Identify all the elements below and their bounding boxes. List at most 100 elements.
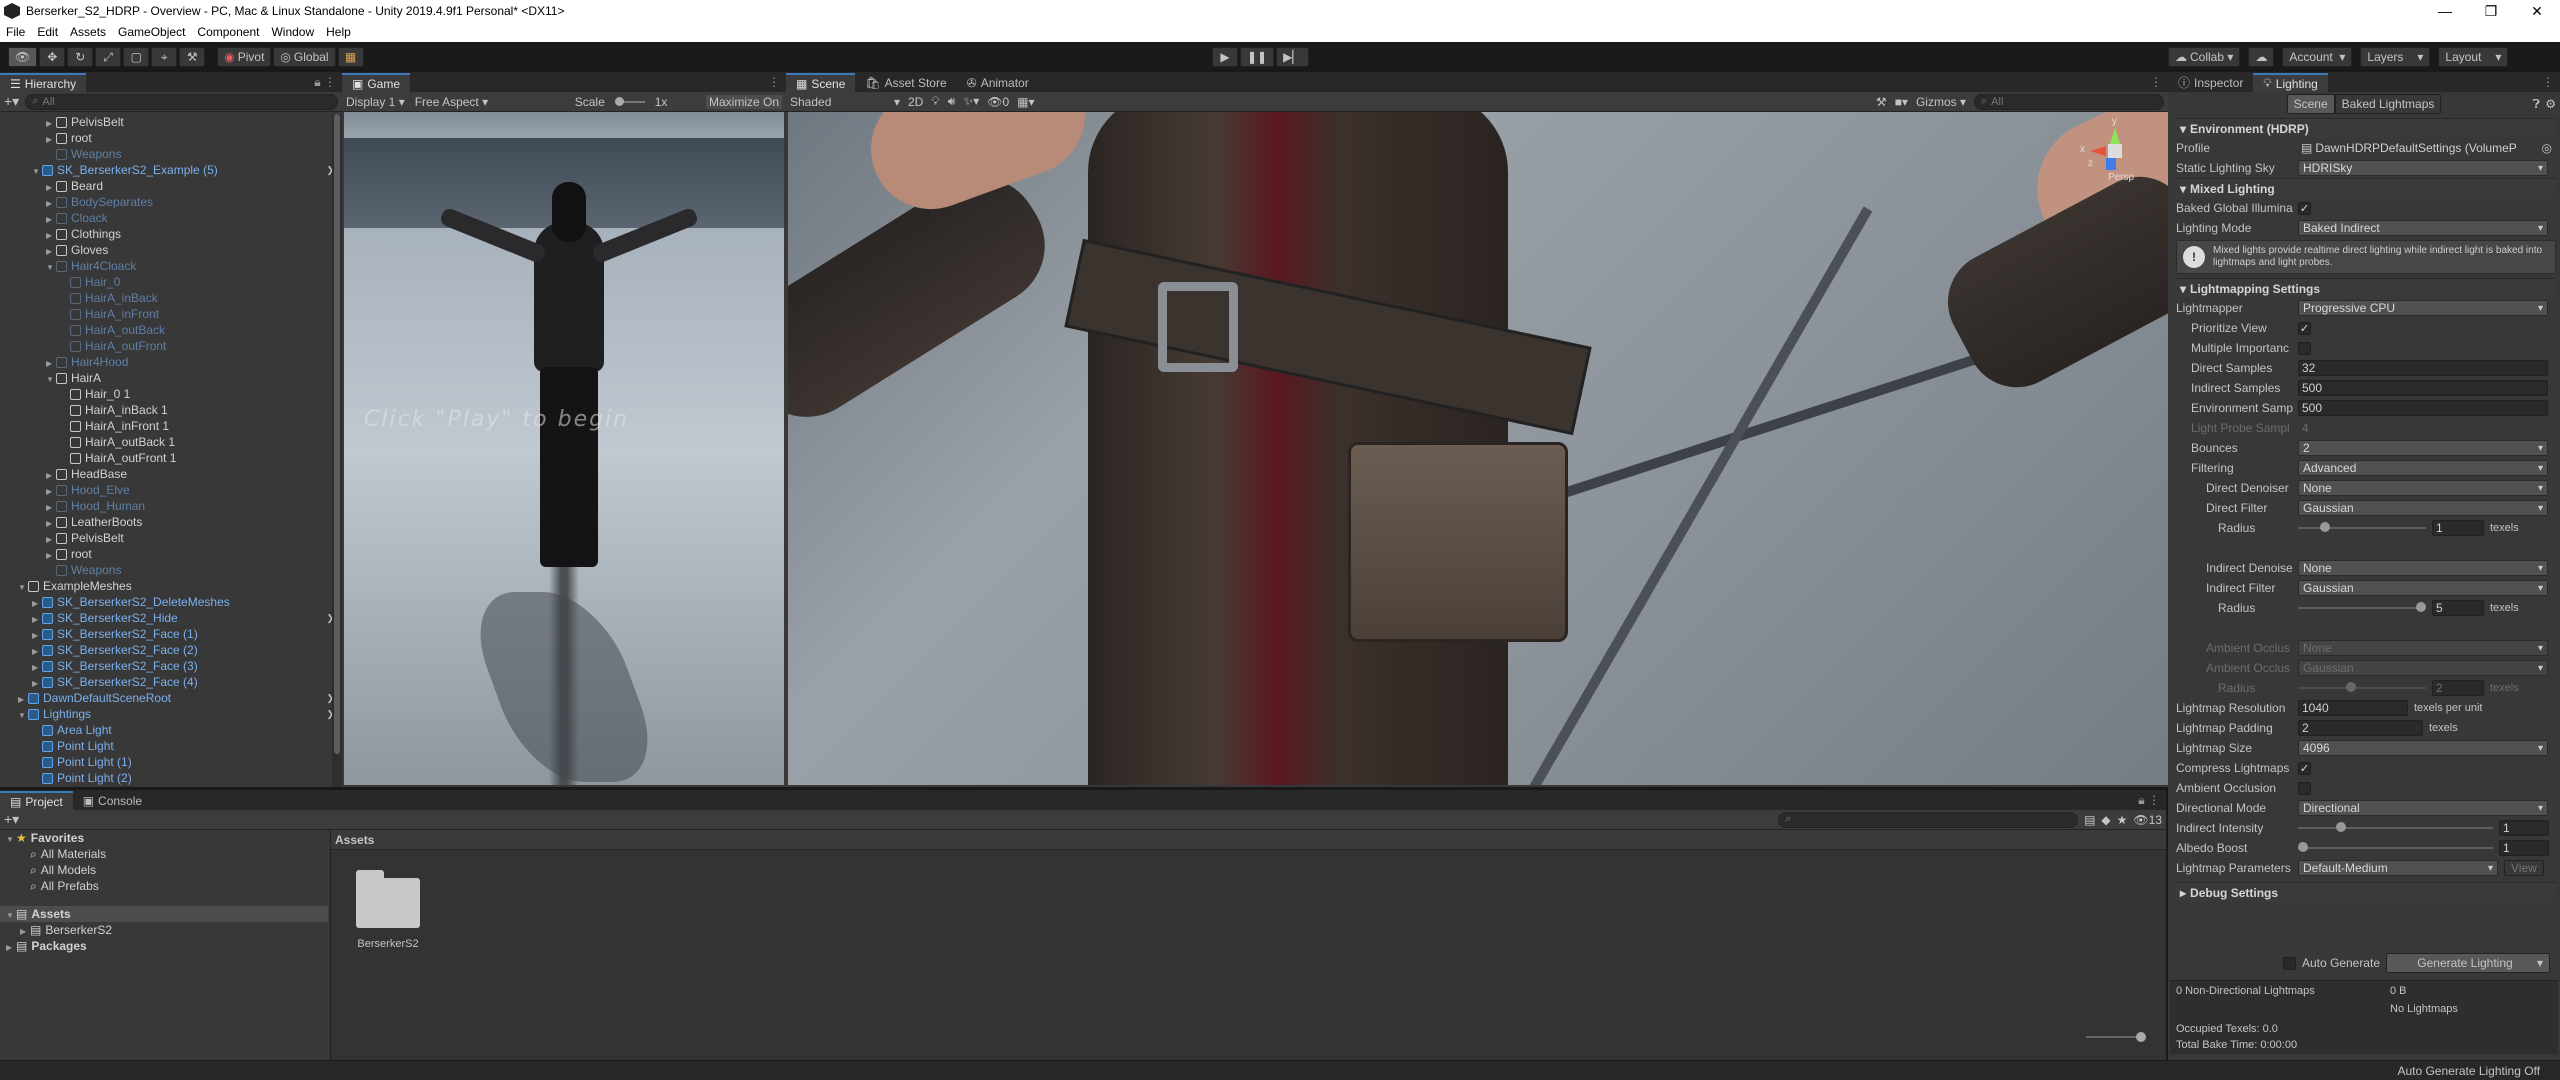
aspect-dropdown[interactable]: Free Aspect ▾ bbox=[415, 95, 565, 109]
hierarchy-item[interactable]: HairA_outFront 1 bbox=[0, 450, 342, 466]
hierarchy-item[interactable]: HairA_inFront bbox=[0, 306, 342, 322]
pause-button[interactable]: ❚❚ bbox=[1240, 47, 1275, 67]
hierarchy-scrollbar[interactable] bbox=[332, 114, 342, 787]
menu-window[interactable]: Window bbox=[265, 25, 320, 39]
scene-gizmo[interactable]: y x z Persp bbox=[2078, 116, 2158, 186]
indirect-filter-dropdown[interactable]: Gaussian bbox=[2298, 580, 2548, 596]
size-dropdown[interactable]: 4096 bbox=[2298, 740, 2548, 756]
scale-tool-icon[interactable]: ⤢ bbox=[95, 47, 122, 67]
maximize-on-play-button[interactable]: Maximize On bbox=[705, 94, 782, 109]
scale-slider[interactable] bbox=[614, 96, 645, 106]
create-button[interactable]: +▾ bbox=[4, 93, 19, 110]
hierarchy-item[interactable]: HairA_outBack 1 bbox=[0, 434, 342, 450]
zoom-slider[interactable] bbox=[2086, 1032, 2146, 1042]
lighting-mode-dropdown[interactable]: Baked Indirect bbox=[2298, 220, 2548, 236]
tab-hierarchy[interactable]: ☰ Hierarchy bbox=[0, 73, 87, 92]
lightmapping-header[interactable]: ▾ Lightmapping Settings bbox=[2176, 278, 2556, 298]
bounces-dropdown[interactable]: 2 bbox=[2298, 440, 2548, 456]
favorite-star-icon[interactable]: ★ bbox=[2117, 813, 2128, 827]
hierarchy-item[interactable]: Point Light (1) bbox=[0, 754, 342, 770]
mixed-lighting-header[interactable]: ▾ Mixed Lighting bbox=[2176, 178, 2556, 198]
collab-button[interactable]: ☁ Collab ▾ bbox=[2168, 47, 2241, 67]
hierarchy-item[interactable]: Hair_0 bbox=[0, 274, 342, 290]
shading-dropdown[interactable]: Shaded ▾ bbox=[790, 95, 900, 109]
hierarchy-item[interactable]: Weapons bbox=[0, 562, 342, 578]
hierarchy-item[interactable]: ▼ HairA bbox=[0, 370, 342, 386]
gizmo-y-axis[interactable] bbox=[2110, 128, 2120, 144]
bgi-checkbox[interactable]: ✓ bbox=[2298, 201, 2311, 215]
help-icon[interactable]: ❓︎ bbox=[2533, 97, 2540, 112]
menu-assets[interactable]: Assets bbox=[64, 25, 112, 39]
fav-all-models[interactable]: ⌕ All Models bbox=[0, 862, 328, 878]
rect-tool-icon[interactable]: ▢ bbox=[123, 47, 150, 67]
audio-toggle-icon[interactable]: 🔊︎ bbox=[948, 94, 956, 109]
hierarchy-item[interactable]: ▶ SK_BerserkerS2_Face (2) bbox=[0, 642, 342, 658]
tab-inspector[interactable]: ⓘ Inspector bbox=[2168, 73, 2253, 92]
toggle-2d-button[interactable]: 2D bbox=[908, 95, 923, 109]
hierarchy-item[interactable]: ▶ root bbox=[0, 130, 342, 146]
fav-all-prefabs[interactable]: ⌕ All Prefabs bbox=[0, 878, 328, 894]
tools-icon[interactable]: ⚒ bbox=[1876, 95, 1887, 109]
tab-game[interactable]: ▣ Game bbox=[342, 73, 411, 92]
hierarchy-item[interactable]: ▶ SK_BerserkerS2_Face (1) bbox=[0, 626, 342, 642]
albedo-slider[interactable] bbox=[2298, 840, 2493, 856]
layout-button[interactable]: Layout ▾ bbox=[2438, 47, 2509, 67]
direct-denoiser-dropdown[interactable]: None bbox=[2298, 480, 2548, 496]
indirect-samples-input[interactable]: 500 bbox=[2298, 380, 2548, 396]
game-menu-icon[interactable]: ⋮ bbox=[768, 75, 780, 89]
ao-denoiser-dropdown[interactable]: None bbox=[2298, 640, 2548, 656]
cloud-icon[interactable]: ☁ bbox=[2248, 47, 2275, 67]
minimize-button[interactable]: — bbox=[2422, 3, 2468, 20]
ao-filter-dropdown[interactable]: Gaussian bbox=[2298, 660, 2548, 676]
move-tool-icon[interactable]: ✥ bbox=[39, 47, 66, 67]
hierarchy-item[interactable]: ▶ Hair4Hood bbox=[0, 354, 342, 370]
albedo-input[interactable]: 1 bbox=[2499, 840, 2549, 856]
search-by-label-icon[interactable]: ◆ bbox=[2101, 813, 2110, 827]
display-dropdown[interactable]: Display 1 ▾ bbox=[346, 95, 405, 109]
play-button[interactable]: ▶ bbox=[1212, 47, 1238, 67]
env-samples-input[interactable]: 500 bbox=[2298, 400, 2548, 416]
scene-search-input[interactable]: ⌕ All bbox=[1974, 93, 2164, 110]
params-dropdown[interactable]: Default-Medium bbox=[2298, 860, 2498, 876]
generate-lighting-button[interactable]: Generate Lighting ▾ bbox=[2386, 953, 2550, 973]
hierarchy-item[interactable]: ▼ SK_BerserkerS2_Example (5) ❯ bbox=[0, 162, 342, 178]
step-button[interactable]: ▶▏ bbox=[1276, 47, 1309, 67]
hierarchy-item[interactable]: HairA_outBack bbox=[0, 322, 342, 338]
filtering-dropdown[interactable]: Advanced bbox=[2298, 460, 2548, 476]
custom-tool-icon[interactable]: ⚒ bbox=[179, 47, 206, 67]
hierarchy-item[interactable]: ▶ PelvisBelt bbox=[0, 530, 342, 546]
lightmapper-dropdown[interactable]: Progressive CPU bbox=[2298, 300, 2548, 316]
dir-mode-dropdown[interactable]: Directional bbox=[2298, 800, 2548, 816]
menu-file[interactable]: File bbox=[0, 25, 31, 39]
global-button[interactable]: ◎ Global bbox=[273, 47, 336, 67]
multiple-checkbox[interactable] bbox=[2298, 341, 2311, 355]
hierarchy-item[interactable]: ▶ PelvisBelt bbox=[0, 114, 342, 130]
hierarchy-item[interactable]: ▶ Gloves bbox=[0, 242, 342, 258]
hierarchy-item[interactable]: ▶ root bbox=[0, 546, 342, 562]
tab-asset-store[interactable]: 🛍︎ Asset Store bbox=[855, 73, 956, 92]
folder-tile[interactable]: BerserkerS2 bbox=[353, 870, 423, 950]
hierarchy-item[interactable]: ▶ Cloack bbox=[0, 210, 342, 226]
hierarchy-item[interactable]: ▶ Hood_Elve bbox=[0, 482, 342, 498]
fav-all-materials[interactable]: ⌕ All Materials bbox=[0, 846, 328, 862]
sky-dropdown[interactable]: HDRISky bbox=[2298, 160, 2548, 176]
tab-scene[interactable]: ▦ Scene bbox=[786, 73, 856, 92]
hierarchy-item[interactable]: ▶ Beard bbox=[0, 178, 342, 194]
hierarchy-item[interactable]: Point Light bbox=[0, 738, 342, 754]
effects-toggle-icon[interactable]: ✨︎▾ bbox=[963, 94, 979, 109]
menu-help[interactable]: Help bbox=[320, 25, 357, 39]
close-button[interactable]: ✕ bbox=[2514, 3, 2560, 20]
tab-lighting[interactable]: 💡︎ Lighting bbox=[2253, 73, 2328, 92]
indirect-radius-slider[interactable] bbox=[2298, 600, 2426, 616]
resolution-input[interactable]: 1040 bbox=[2298, 700, 2408, 716]
hierarchy-search-input[interactable]: ⌕ All bbox=[25, 93, 338, 110]
assets-folder-item[interactable]: ▼ ▤ Assets bbox=[0, 906, 328, 922]
tab-animator[interactable]: ✇ Animator bbox=[957, 73, 1039, 92]
lighting-toggle-icon[interactable]: 💡︎ bbox=[931, 94, 939, 109]
environment-section-header[interactable]: ▾ Environment (HDRP) bbox=[2176, 118, 2556, 138]
hidden-packages-icon[interactable]: 👁︎13 bbox=[2133, 813, 2162, 827]
scene-viewport[interactable]: y x z Persp bbox=[788, 112, 2168, 785]
hierarchy-item[interactable]: Area Light bbox=[0, 722, 342, 738]
berserker-folder-item[interactable]: ▶ ▤ BerserkerS2 bbox=[0, 922, 328, 938]
hierarchy-item[interactable]: ▶ SK_BerserkerS2_Face (4) bbox=[0, 674, 342, 690]
